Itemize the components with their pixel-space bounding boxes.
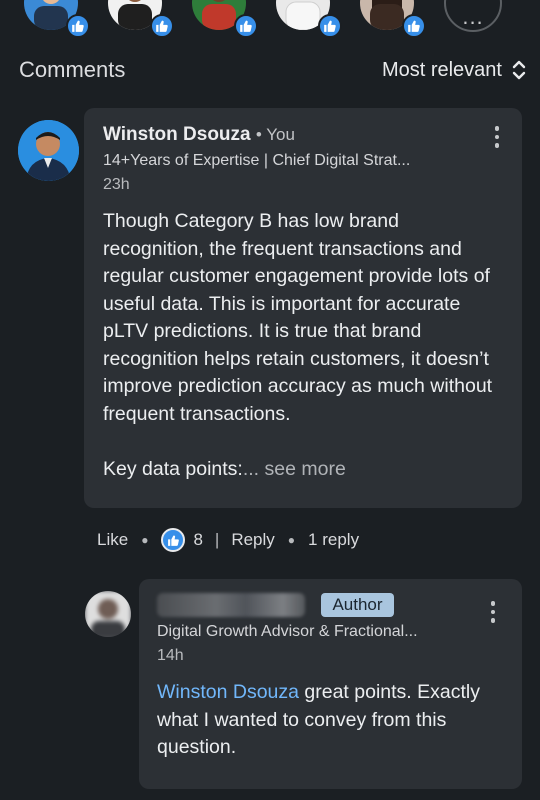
reply-author-headline: Digital Growth Advisor & Fractional...	[157, 623, 418, 640]
like-reaction-icon	[318, 14, 342, 38]
like-count-icon	[161, 528, 186, 552]
author-badge: Author	[321, 593, 394, 617]
reply-body: Winston Dsouza great points. Exactly wha…	[157, 679, 502, 762]
like-button[interactable]: Like	[97, 530, 128, 550]
like-reaction-icon	[66, 14, 90, 38]
comment-bubble: Winston Dsouza • You 14+Years of Experti…	[84, 108, 522, 508]
reply-bubble: Author Digital Growth Advisor & Fraction…	[139, 579, 522, 789]
comment-actions: Like ● 8 | Reply ● 1 reply	[97, 528, 359, 552]
like-count[interactable]: 8	[193, 530, 202, 550]
see-more-link[interactable]: ... see more	[243, 458, 346, 480]
comment-body-text: Though Category B has low brand recognit…	[103, 210, 493, 480]
reply-author-avatar[interactable]	[85, 591, 131, 637]
replies-count-link[interactable]: 1 reply	[308, 530, 359, 550]
comments-title: Comments	[19, 57, 126, 82]
comment-author-name[interactable]: Winston Dsouza	[103, 124, 251, 145]
comment-author-line: Winston Dsouza • You	[103, 124, 502, 146]
like-reaction-icon	[150, 14, 174, 38]
reply-timestamp: 14h	[157, 647, 184, 664]
separator-dot: ●	[141, 533, 149, 547]
more-reactors-button[interactable]: ...	[444, 0, 502, 32]
comments-header: Comments Most relevant	[19, 56, 526, 84]
sort-label: Most relevant	[381, 58, 502, 81]
sort-chevrons-icon	[512, 60, 526, 80]
comment-body: Though Category B has low brand recognit…	[103, 208, 502, 483]
reactors-strip: ...	[0, 0, 540, 42]
more-reactors-label: ...	[462, 4, 484, 29]
reply-button[interactable]: Reply	[231, 530, 274, 550]
comment-author-headline: 14+Years of Expertise | Chief Digital St…	[103, 152, 411, 169]
separator-dot: ●	[287, 533, 296, 547]
commenter-avatar[interactable]	[18, 120, 79, 181]
comment-timestamp: 23h	[103, 176, 130, 193]
reply-author-line: Author	[157, 593, 502, 617]
like-reaction-icon	[402, 14, 426, 38]
like-reaction-icon	[234, 14, 258, 38]
you-label: • You	[255, 125, 295, 144]
sort-dropdown[interactable]: Most relevant	[382, 59, 526, 82]
separator-bar: |	[214, 530, 220, 549]
reply-author-name-redacted[interactable]	[157, 593, 305, 617]
mention-link[interactable]: Winston Dsouza	[157, 681, 299, 703]
